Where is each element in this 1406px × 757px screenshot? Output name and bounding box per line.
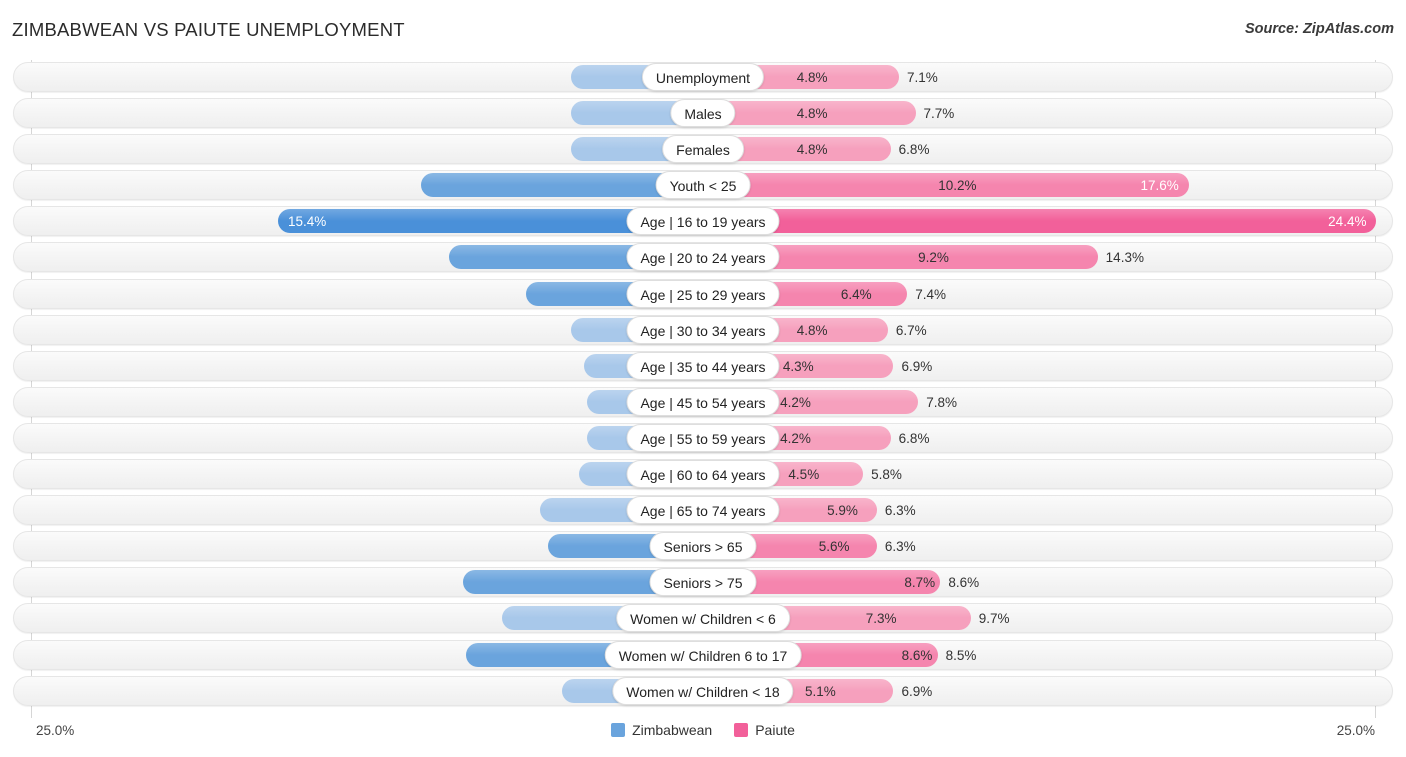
category-label-pill: Unemployment: [641, 63, 765, 91]
value-label-paiute: 14.3%: [1105, 250, 1144, 266]
value-label-paiute: 7.8%: [926, 394, 958, 410]
value-label-paiute: 5.8%: [871, 467, 902, 483]
category-label-pill: Women w/ Children 6 to 17: [604, 640, 802, 669]
legend-label: Zimbabwean: [632, 722, 713, 738]
category-label-pill: Women w/ Children < 18: [612, 676, 794, 705]
bar-row: 4.8% 6.8% Females: [0, 132, 1406, 168]
legend-item[interactable]: Paiute: [734, 722, 795, 738]
value-label-paiute: 6.9%: [901, 683, 933, 699]
value-label-zimbabwean: 10.2%: [938, 178, 977, 194]
value-label-zimbabwean: 15.4%: [287, 214, 327, 230]
value-label-paiute: 8.5%: [945, 647, 977, 663]
bar-row: 10.2% 17.6% Youth < 25: [0, 168, 1406, 204]
chart-footer: 25.0% 25.0% Zimbabwean Paiute: [0, 718, 1406, 757]
category-label-pill: Age | 25 to 29 years: [626, 279, 780, 308]
value-label-paiute: 6.9%: [901, 358, 933, 374]
bar-row: 4.8% 7.7% Males: [0, 96, 1406, 132]
value-label-paiute: 17.6%: [1140, 178, 1179, 194]
bar-row: 4.2% 6.8% Age | 55 to 59 years: [0, 421, 1406, 457]
bar-row: 4.5% 5.8% Age | 60 to 64 years: [0, 457, 1406, 493]
page-title: ZIMBABWEAN VS PAIUTE UNEMPLOYMENT: [12, 19, 405, 40]
bar-row: 4.3% 6.9% Age | 35 to 44 years: [0, 349, 1406, 385]
bar-row: 15.4% 24.4% Age | 16 to 19 years: [0, 204, 1406, 240]
category-label-pill: Age | 60 to 64 years: [626, 460, 780, 489]
bar-row: 7.3% 9.7% Women w/ Children < 6: [0, 601, 1406, 637]
bar-row: 9.2% 14.3% Age | 20 to 24 years: [0, 240, 1406, 276]
category-label-pill: Youth < 25: [655, 171, 751, 200]
bar-row: 8.6% 8.5% Women w/ Children 6 to 17: [0, 638, 1406, 674]
legend-swatch-icon: [734, 723, 749, 737]
legend-item[interactable]: Zimbabwean: [611, 722, 712, 738]
bar-row: 4.8% 6.7% Age | 30 to 34 years: [0, 313, 1406, 349]
category-label-pill: Females: [662, 135, 744, 164]
bar-row: 4.8% 7.1% Unemployment: [0, 60, 1406, 96]
value-label-paiute: 7.7%: [923, 106, 955, 122]
bar-paiute: [703, 209, 1377, 234]
category-label-pill: Age | 55 to 59 years: [626, 423, 780, 452]
category-label-pill: Age | 65 to 74 years: [626, 496, 780, 525]
chart-header: ZIMBABWEAN VS PAIUTE UNEMPLOYMENT Source…: [0, 0, 1406, 60]
value-label-paiute: 24.4%: [1328, 214, 1367, 230]
legend-label: Paiute: [755, 722, 795, 738]
bar-row: 4.2% 7.8% Age | 45 to 54 years: [0, 385, 1406, 421]
source-attribution: Source: ZipAtlas.com: [1244, 21, 1394, 37]
legend-swatch-icon: [611, 723, 626, 737]
value-label-paiute: 7.1%: [906, 70, 938, 85]
value-label-paiute: 6.8%: [898, 142, 930, 158]
category-label-pill: Age | 35 to 44 years: [626, 351, 780, 380]
value-label-paiute: 6.3%: [884, 503, 916, 519]
bar-row: 8.7% 8.6% Seniors > 75: [0, 565, 1406, 601]
value-label-paiute: 7.4%: [915, 286, 947, 302]
bar-rows-container: 4.8% 7.1% Unemployment 4.8% 7.7% Males 4.8% 6.8…: [0, 60, 1406, 710]
category-label-pill: Women w/ Children < 6: [616, 604, 790, 633]
value-label-paiute: 9.7%: [978, 611, 1010, 627]
category-label-pill: Males: [670, 99, 736, 128]
category-label-pill: Age | 30 to 34 years: [626, 315, 780, 344]
value-label-paiute: 6.8%: [898, 430, 930, 446]
bar-row: 6.4% 7.4% Age | 25 to 29 years: [0, 277, 1406, 313]
value-label-paiute: 6.7%: [895, 322, 927, 338]
bar-row: 5.6% 6.3% Seniors > 65: [0, 529, 1406, 565]
category-label-pill: Age | 16 to 19 years: [626, 207, 780, 236]
category-label-pill: Seniors > 65: [649, 532, 757, 561]
category-label-pill: Age | 20 to 24 years: [626, 243, 780, 272]
value-label-zimbabwean: 9.2%: [918, 250, 949, 266]
value-label-paiute: 8.6%: [948, 575, 980, 591]
category-label-pill: Age | 45 to 54 years: [626, 387, 780, 416]
chart-plot-area: 4.8% 7.1% Unemployment 4.8% 7.7% Males 4.8% 6.8…: [0, 60, 1406, 718]
bar-row: 5.9% 6.3% Age | 65 to 74 years: [0, 493, 1406, 529]
category-label-pill: Seniors > 75: [649, 568, 757, 597]
chart-legend: Zimbabwean Paiute: [0, 722, 1406, 738]
value-label-zimbabwean: 8.7%: [904, 575, 936, 591]
bar-row: 5.1% 6.9% Women w/ Children < 18: [0, 674, 1406, 710]
value-label-paiute: 6.3%: [884, 539, 916, 555]
